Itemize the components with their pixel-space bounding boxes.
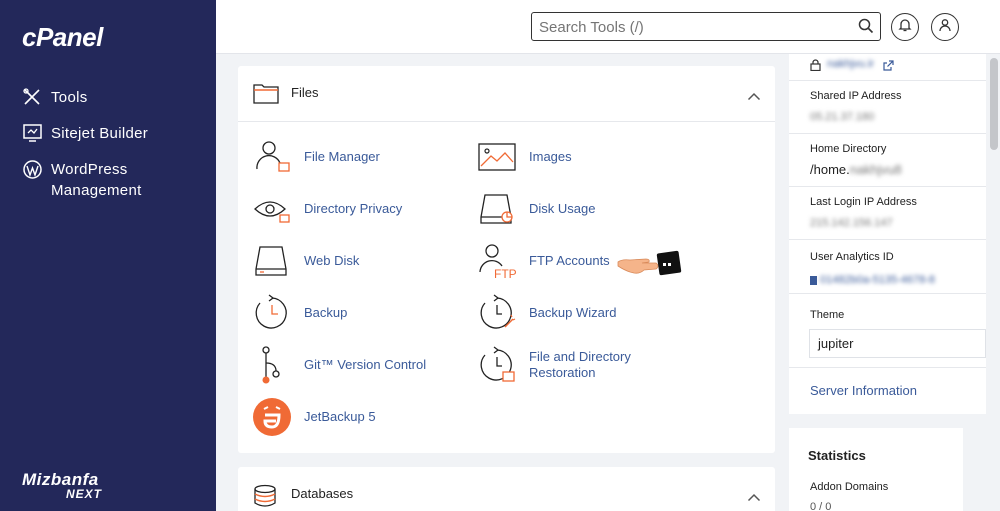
sidebar: cPanel Tools Sitejet Builder WordPress M…: [0, 0, 216, 511]
tool-images[interactable]: Images: [475, 137, 572, 177]
wordpress-icon: [22, 159, 42, 179]
tool-directory-privacy[interactable]: Directory Privacy: [250, 189, 402, 229]
home-directory-row: Home Directory /home.nakhjvu8: [789, 134, 986, 187]
directory-privacy-icon: [250, 189, 294, 229]
user-menu-button[interactable]: [931, 13, 959, 41]
files-panel: Files File Manager Directory Privacy Web…: [238, 66, 775, 453]
domain-value[interactable]: nakhjvu.ir: [827, 58, 874, 70]
mizbanfa-brand-logo: Mizbanfa NEXT: [22, 470, 103, 501]
databases-panel-title: Databases: [291, 486, 354, 501]
jetbackup-icon: [250, 397, 294, 437]
statistics-title: Statistics: [808, 448, 866, 463]
tool-git-version-control[interactable]: Git™ Version Control: [250, 345, 426, 385]
analytics-row: User Analytics ID 01482b0a-5135-4678-8: [789, 240, 986, 294]
files-panel-header[interactable]: Files: [238, 66, 775, 122]
tool-backup[interactable]: Backup: [250, 293, 347, 333]
last-login-row: Last Login IP Address 215.142.156.147: [789, 187, 986, 240]
notifications-button[interactable]: [891, 13, 919, 41]
databases-panel: Databases: [238, 467, 775, 511]
sidebar-item-wordpress[interactable]: WordPress Management: [22, 159, 142, 201]
restoration-icon: [475, 345, 519, 385]
disk-usage-icon: [475, 189, 519, 229]
cpanel-logo[interactable]: cPanel: [22, 22, 103, 53]
scrollbar[interactable]: [988, 54, 1000, 511]
search-icon[interactable]: [858, 18, 874, 39]
ftp-accounts-icon: FTP: [475, 241, 519, 281]
sitejet-icon: [22, 123, 42, 143]
chevron-up-icon[interactable]: [747, 489, 761, 507]
tool-file-directory-restoration[interactable]: File and Directory Restoration: [475, 345, 631, 385]
top-header: [216, 0, 1000, 54]
file-manager-icon: [250, 137, 294, 177]
search-box: [531, 12, 881, 41]
tool-disk-usage[interactable]: Disk Usage: [475, 189, 595, 229]
database-icon: [253, 484, 277, 511]
sidebar-item-label: Sitejet Builder: [51, 125, 149, 142]
external-link-icon[interactable]: [883, 58, 894, 76]
svg-text:FTP: FTP: [494, 267, 517, 280]
web-disk-icon: [250, 241, 294, 281]
lock-icon: [810, 58, 821, 76]
user-icon: [938, 18, 952, 37]
databases-panel-header[interactable]: Databases: [238, 467, 775, 511]
tool-ftp-accounts[interactable]: FTP FTP Accounts: [475, 241, 610, 281]
folder-icon: [253, 82, 279, 109]
bell-icon: [898, 18, 912, 37]
tools-icon: [22, 87, 42, 107]
images-icon: [475, 137, 519, 177]
files-panel-title: Files: [291, 85, 319, 100]
tool-file-manager[interactable]: File Manager: [250, 137, 380, 177]
tool-backup-wizard[interactable]: Backup Wizard: [475, 293, 616, 333]
sidebar-item-tools[interactable]: Tools: [22, 87, 88, 108]
statistics-panel: Statistics Addon Domains 0 / 0: [789, 428, 963, 511]
theme-select[interactable]: jupiter: [809, 329, 986, 358]
backup-wizard-icon: [475, 293, 519, 333]
tool-jetbackup[interactable]: JetBackup 5: [250, 397, 376, 437]
server-information-link[interactable]: Server Information: [810, 383, 917, 398]
tool-web-disk[interactable]: Web Disk: [250, 241, 359, 281]
backup-icon: [250, 293, 294, 333]
scrollbar-thumb[interactable]: [990, 58, 998, 150]
chevron-up-icon[interactable]: [747, 88, 761, 106]
pointing-hand-icon: [616, 248, 684, 283]
copy-icon[interactable]: [810, 276, 817, 285]
sidebar-item-sitejet[interactable]: Sitejet Builder: [22, 123, 148, 144]
domain-row: nakhjvu.ir: [789, 54, 986, 81]
sidebar-item-label: Tools: [51, 89, 88, 106]
shared-ip-row: Shared IP Address 05.21.37.180: [789, 81, 986, 134]
search-input[interactable]: [539, 17, 849, 37]
sidebar-item-label-line2: Management: [51, 182, 142, 199]
git-icon: [250, 345, 294, 385]
sidebar-item-label: WordPress: [51, 161, 128, 178]
general-information-panel: nakhjvu.ir Shared IP Address 05.21.37.18…: [789, 54, 986, 414]
